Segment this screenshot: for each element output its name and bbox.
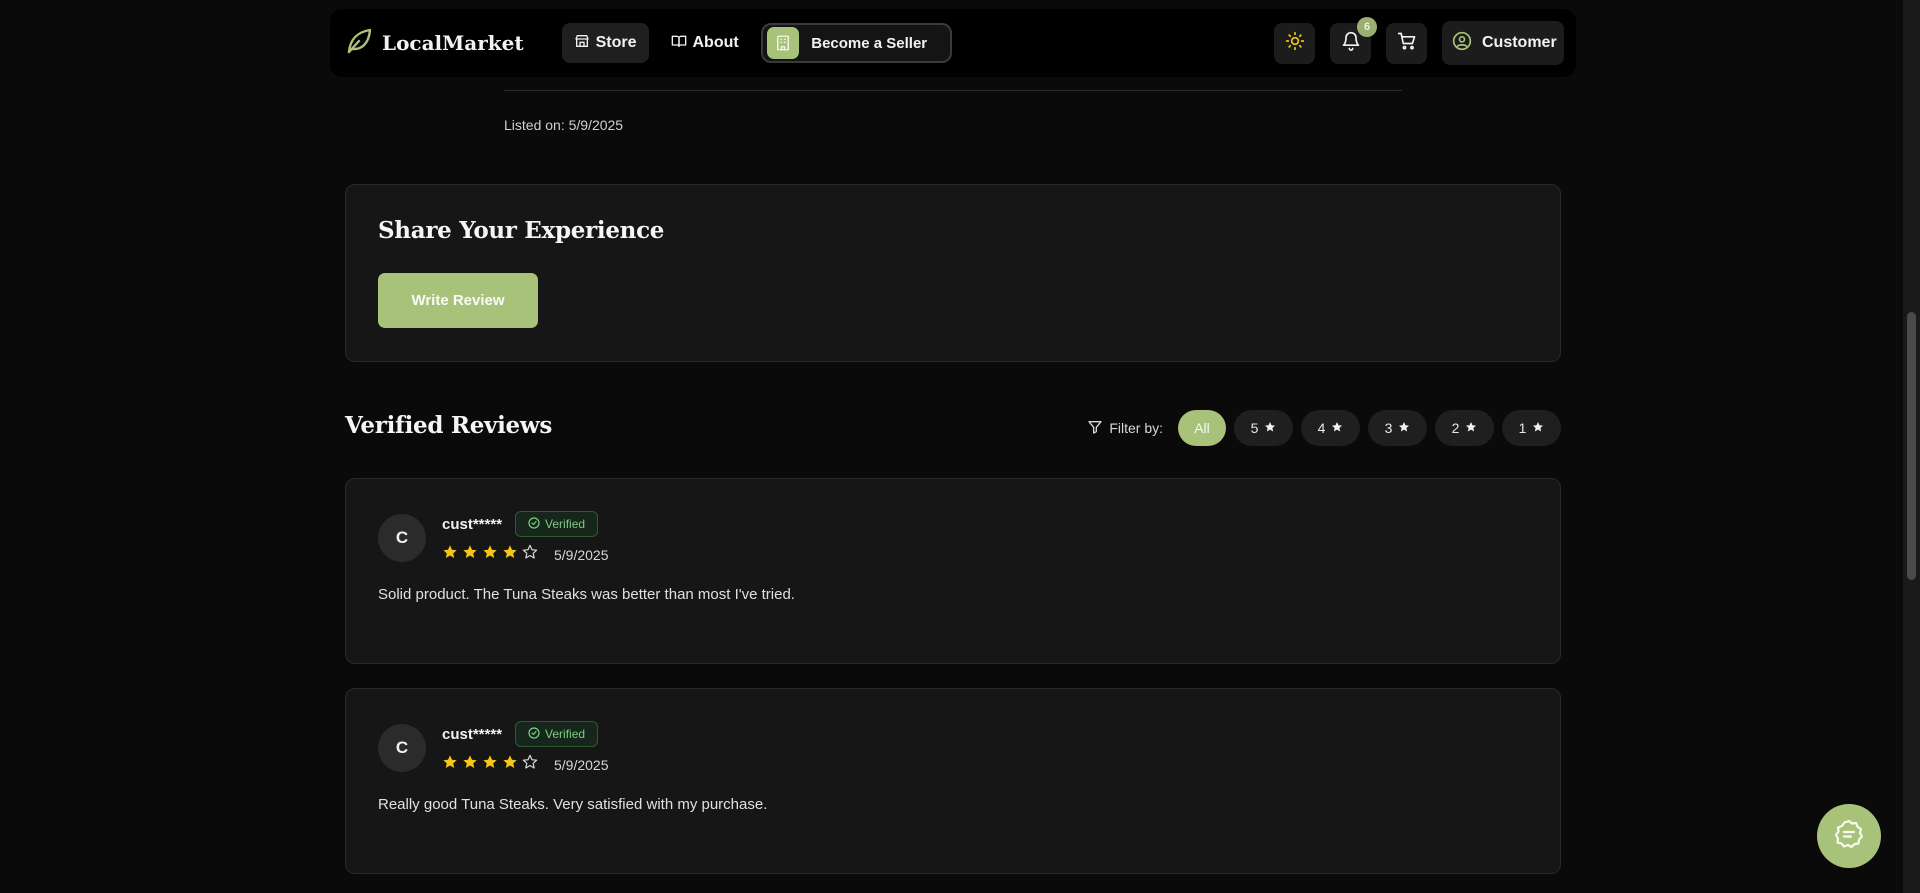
review-date: 5/9/2025 [554,546,609,563]
filter-chip-all-label: All [1194,420,1210,436]
become-seller-label: Become a Seller [811,34,928,52]
filter-chip-label: 4 [1317,420,1326,436]
listed-on-date: Listed on: 5/9/2025 [504,117,624,133]
star-icon [1465,420,1477,436]
customer-label: Customer [1482,34,1557,51]
building-icon [766,27,799,59]
star-icon [1532,420,1544,436]
nav-store-link[interactable]: Store [561,23,649,63]
customer-account-button[interactable]: Customer [1442,21,1564,65]
filter-icon [1087,419,1103,438]
verified-badge: Verified [515,511,599,537]
star-rating [442,544,542,565]
sun-icon [1285,31,1305,56]
bell-icon [1341,31,1361,56]
reviewer-name: cust***** [442,515,503,533]
review-text: Solid product. The Tuna Steaks was bette… [378,586,795,603]
filter-chip-label: 2 [1451,420,1460,436]
star-filled-icon [462,544,478,565]
section-divider [504,90,1402,91]
user-circle-icon [1452,31,1472,56]
star-empty-icon [522,544,538,565]
reviewer-name: cust***** [442,725,503,743]
review-rating-row: 5/9/2025 [442,754,609,775]
check-circle-icon [528,726,540,742]
nav-about-link[interactable]: About [659,23,751,63]
review-text: Really good Tuna Steaks. Very satisfied … [378,796,768,813]
filter-chip-label: 5 [1250,420,1259,436]
review-card: C cust***** Verified 5/9/2025 Solid prod… [345,478,1561,664]
notifications-button[interactable]: 6 [1330,16,1377,64]
write-review-button[interactable]: Write Review [378,273,538,328]
filter-label-text: Filter by: [1109,420,1163,436]
become-seller-button[interactable]: Become a Seller [760,23,952,63]
star-empty-icon [522,754,538,775]
share-experience-card: Share Your Experience Write Review [345,184,1561,362]
chat-assistant-button[interactable] [1817,804,1881,868]
review-header: cust***** Verified [442,511,599,537]
review-card: C cust***** Verified 5/9/2025 Really goo… [345,688,1561,874]
book-icon [671,33,687,54]
nav-actions: 6 Customer [1274,16,1564,65]
filter-chip-3-stars[interactable]: 3 [1368,410,1427,446]
top-navbar: LocalMarket Store About Become a Seller … [330,9,1576,77]
star-icon [1331,420,1343,436]
avatar: C [378,724,426,772]
filter-chip-1-star[interactable]: 1 [1502,410,1561,446]
verified-reviews-title: Verified Reviews [345,412,553,439]
page: LocalMarket Store About Become a Seller … [0,0,1920,893]
notification-count-badge: 6 [1357,16,1377,37]
avatar: C [378,514,426,562]
cart-button[interactable] [1386,22,1427,64]
star-rating [442,754,542,775]
star-icon [1398,420,1410,436]
star-filled-icon [462,754,478,775]
store-icon [574,33,590,54]
verified-badge: Verified [515,721,599,747]
star-filled-icon [482,754,498,775]
filter-chip-2-stars[interactable]: 2 [1435,410,1494,446]
page-scrollbar[interactable] [1903,0,1920,893]
filter-chip-label: 3 [1384,420,1393,436]
review-date: 5/9/2025 [554,756,609,773]
rating-filter-bar: Filter by: All 5 4 3 2 1 [1087,410,1561,446]
cart-icon [1397,31,1417,56]
share-experience-title: Share Your Experience [378,217,665,244]
review-rating-row: 5/9/2025 [442,544,609,565]
brand-name: LocalMarket [382,31,524,55]
check-circle-icon [528,516,540,532]
filter-chip-label: 1 [1518,420,1527,436]
scrollbar-thumb[interactable] [1907,312,1916,580]
theme-toggle-button[interactable] [1274,22,1315,64]
star-filled-icon [442,544,458,565]
verified-label: Verified [545,727,586,741]
nav-about-label: About [692,34,739,51]
nav-store-label: Store [595,34,637,51]
star-filled-icon [442,754,458,775]
star-filled-icon [502,544,518,565]
chat-bot-icon [1833,818,1865,855]
nav-links: Store About Become a Seller [561,23,952,63]
brand-logo[interactable]: LocalMarket [344,26,524,61]
star-icon [1264,420,1276,436]
leaf-logo-icon [344,26,374,61]
filter-label: Filter by: [1087,419,1163,438]
star-filled-icon [502,754,518,775]
verified-label: Verified [545,517,586,531]
star-filled-icon [482,544,498,565]
filter-chip-all[interactable]: All [1178,410,1226,446]
filter-chip-5-stars[interactable]: 5 [1234,410,1293,446]
filter-chip-4-stars[interactable]: 4 [1301,410,1360,446]
review-header: cust***** Verified [442,721,599,747]
